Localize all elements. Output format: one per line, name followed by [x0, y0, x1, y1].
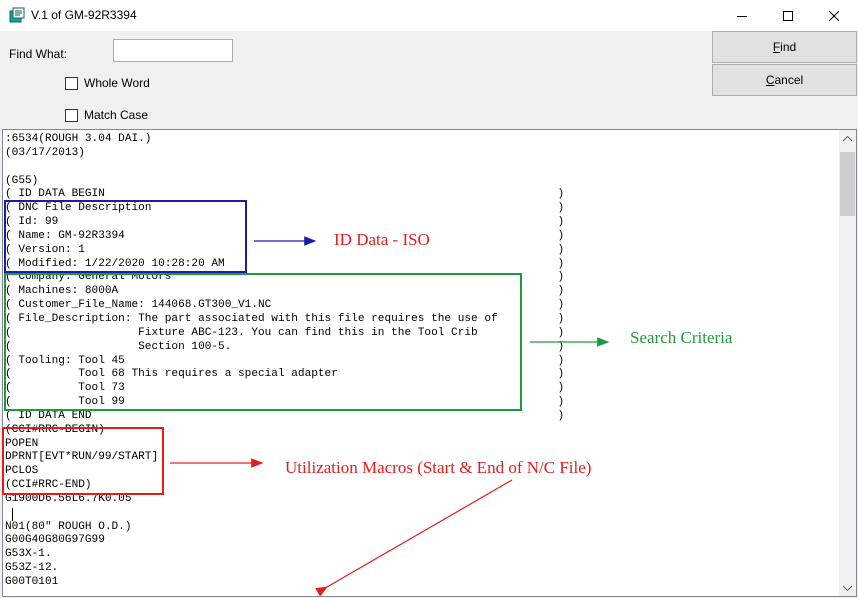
search-panel: Find What: Whole Word Match Case Find Ca…: [0, 31, 858, 129]
scroll-up-arrow-icon[interactable]: [839, 130, 856, 147]
match-case-checkbox[interactable]: Match Case: [65, 108, 148, 122]
code-line: ( ID DATA END ): [5, 409, 565, 422]
scroll-down-arrow-icon[interactable]: [839, 579, 856, 596]
find-button[interactable]: Find: [712, 31, 857, 63]
code-line: ( Modified: 1/22/2020 10:28:20 AM ): [5, 257, 565, 270]
code-line: ( Id: 99 ): [5, 216, 565, 229]
code-line: G53X-1.: [5, 548, 52, 561]
find-what-input[interactable]: [113, 39, 233, 62]
code-line: ( Tool 73 ): [5, 382, 565, 395]
whole-word-checkbox-box[interactable]: [65, 76, 78, 90]
app-icon: [9, 7, 25, 23]
code-line: ( DNC File Description ): [5, 202, 565, 215]
code-line: G00T0101: [5, 576, 59, 588]
code-line: ( Tool 99 ): [5, 396, 565, 409]
minimize-icon: [737, 15, 747, 17]
id-data-annotation: ID Data - ISO: [334, 230, 430, 249]
code-line: ( ID DATA BEGIN ): [5, 188, 565, 201]
close-icon: [829, 10, 839, 21]
cancel-button[interactable]: Cancel: [712, 64, 857, 96]
utilization-macros-annotation: Utilization Macros (Start & End of N/C F…: [285, 458, 592, 477]
code-line: (CCI#RRC-BEGIN): [5, 423, 105, 436]
nc-code-text: :6534(ROUGH 3.04 DAI.) (03/17/2013) (G55)…: [5, 133, 833, 590]
find-what-label: Find What:: [9, 47, 68, 61]
close-button[interactable]: [811, 0, 857, 31]
code-line: :6534(ROUGH 3.04 DAI.): [5, 133, 152, 145]
match-case-label: Match Case: [84, 108, 149, 122]
title-bar: V.1 of GM-92R3394: [0, 0, 858, 31]
code-line: ( File_Description: The part associated …: [5, 312, 565, 325]
code-line: (CCI#RRC-END): [5, 479, 92, 492]
code-line: G1900D6.56L6.7K0.05: [5, 492, 132, 505]
window-title: V.1 of GM-92R3394: [31, 8, 137, 22]
match-case-checkbox-box[interactable]: [65, 108, 78, 122]
minimize-button[interactable]: [719, 0, 765, 31]
text-caret: [12, 507, 13, 521]
maximize-icon: [783, 10, 793, 21]
code-line: ( Customer_File_Name: 144068.GT300_V1.NC…: [5, 299, 565, 312]
code-line: ( Machines: 8000A ): [5, 285, 565, 298]
code-line: (03/17/2013): [5, 146, 85, 159]
whole-word-checkbox[interactable]: Whole Word: [65, 76, 150, 90]
scrollbar-thumb[interactable]: [840, 152, 855, 216]
whole-word-label: Whole Word: [84, 76, 150, 90]
code-line: G53Z-12.: [5, 562, 59, 575]
code-line: G00G40G80G97G99: [5, 534, 105, 547]
code-line: ( Tool 68 This requires a special adapte…: [5, 368, 565, 381]
code-line: ( Company: General Motors ): [5, 271, 565, 284]
code-line: (G55): [5, 174, 39, 187]
search-criteria-annotation: Search Criteria: [630, 328, 733, 347]
code-line: POPEN: [5, 437, 39, 450]
code-line: N01(80" ROUGH O.D.): [5, 520, 132, 533]
code-line: ( Tooling: Tool 45 ): [5, 354, 565, 367]
maximize-button[interactable]: [765, 0, 811, 31]
vertical-scrollbar[interactable]: [839, 130, 856, 596]
nc-file-viewer[interactable]: :6534(ROUGH 3.04 DAI.) (03/17/2013) (G55)…: [2, 129, 857, 597]
